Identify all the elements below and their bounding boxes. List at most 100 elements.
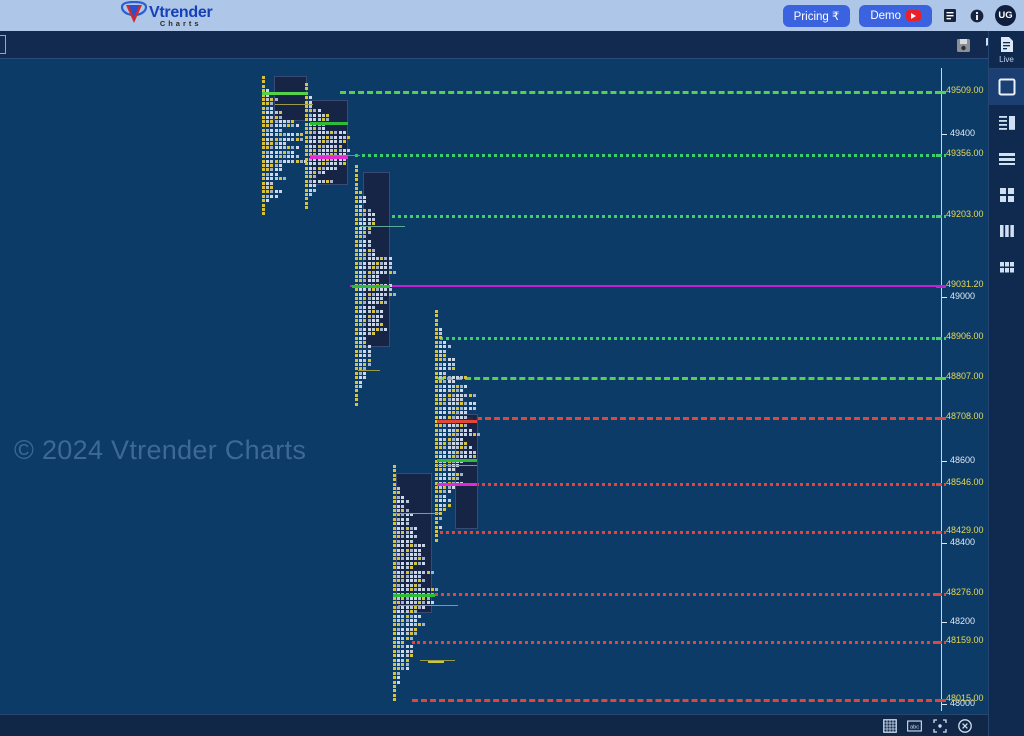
price-level-label[interactable]: 48708.00 xyxy=(946,411,984,421)
layout-columns-icon[interactable] xyxy=(989,213,1024,249)
tpo-cell xyxy=(401,627,405,631)
price-level-line[interactable] xyxy=(440,531,941,534)
price-level-label[interactable]: 49203.00 xyxy=(946,209,984,219)
tpo-cell xyxy=(418,623,422,627)
tpo-cell xyxy=(409,597,413,600)
tpo-cell xyxy=(330,135,334,139)
tpo-cell xyxy=(414,544,417,548)
tpo-cell xyxy=(274,159,278,163)
tpo-cell xyxy=(405,509,409,512)
tpo-cell xyxy=(359,310,363,314)
market-profile-chart[interactable]: © 2024 Vtrender Charts xyxy=(0,59,988,714)
tpo-cell xyxy=(477,433,480,437)
tpo-cell xyxy=(309,193,313,196)
abc-toggle-icon[interactable]: abc xyxy=(907,718,922,733)
tpo-cell xyxy=(359,332,363,336)
price-level-line[interactable] xyxy=(392,215,941,218)
tpo-cell xyxy=(287,133,291,137)
tpo-cell xyxy=(384,301,388,305)
tpo-cell xyxy=(309,113,313,117)
tpo-cell xyxy=(468,428,472,432)
tpo-cell xyxy=(363,319,367,322)
price-level-label[interactable]: 49509.00 xyxy=(946,85,984,95)
price-level-label[interactable]: 48276.00 xyxy=(946,587,984,597)
price-level-label[interactable]: 48159.00 xyxy=(946,635,984,645)
tpo-cell xyxy=(295,137,299,141)
price-level-label[interactable]: 48906.00 xyxy=(946,331,984,341)
tpo-cell xyxy=(405,535,409,539)
tpo-cell xyxy=(367,345,371,349)
tpo-cell xyxy=(468,455,472,459)
tpo-cell xyxy=(291,124,295,128)
tpo-cell xyxy=(305,193,308,196)
price-tick-mark xyxy=(942,134,947,135)
crosshair-icon[interactable] xyxy=(932,718,947,733)
layout-grid-icon[interactable] xyxy=(989,249,1024,285)
tpo-cell xyxy=(439,376,443,379)
tpo-cell xyxy=(397,588,401,592)
layout-quad-icon[interactable] xyxy=(989,177,1024,213)
tpo-cell xyxy=(456,424,459,428)
tpo-cell xyxy=(355,261,358,265)
price-level-swatch xyxy=(936,593,946,596)
layout-single-icon[interactable] xyxy=(988,69,1024,105)
tpo-cell xyxy=(397,539,401,543)
save-disk-icon[interactable] xyxy=(954,36,972,54)
price-level-line[interactable] xyxy=(458,417,941,420)
tpo-cell xyxy=(338,162,342,166)
pricing-button[interactable]: Pricing ₹ xyxy=(782,4,851,27)
tpo-cell xyxy=(405,553,409,556)
price-level-line[interactable] xyxy=(470,483,941,486)
tpo-cell xyxy=(270,128,274,132)
tpo-cell xyxy=(393,482,396,486)
tpo-cell xyxy=(401,535,405,539)
price-level-line[interactable] xyxy=(412,699,941,702)
price-level-label[interactable]: 49031.20 xyxy=(946,279,984,289)
tpo-cell xyxy=(363,235,367,239)
layout-split-right-icon[interactable] xyxy=(989,105,1024,141)
price-level-label[interactable]: 48015.00 xyxy=(946,693,984,703)
demo-button[interactable]: Demo xyxy=(859,4,932,27)
tpo-cell xyxy=(409,654,413,658)
notes-icon[interactable] xyxy=(941,7,959,25)
tpo-cell xyxy=(443,380,447,384)
toolbar-left-handle[interactable] xyxy=(0,35,6,54)
avatar[interactable]: UG xyxy=(995,5,1016,26)
grid-toggle-icon[interactable] xyxy=(882,718,897,733)
price-level-label[interactable]: 48546.00 xyxy=(946,477,984,487)
tpo-cell xyxy=(359,358,363,362)
price-level-label[interactable]: 48429.00 xyxy=(946,525,984,535)
info-icon[interactable] xyxy=(968,7,986,25)
close-circle-icon[interactable] xyxy=(957,718,972,733)
tpo-cell xyxy=(359,244,363,248)
price-level-label[interactable]: 49356.00 xyxy=(946,148,984,158)
tpo-cell xyxy=(443,424,447,428)
price-level-label[interactable]: 48807.00 xyxy=(946,371,984,381)
brand-logo[interactable]: Vtrender Charts xyxy=(120,1,213,27)
tpo-cell xyxy=(262,164,265,167)
tpo-cell xyxy=(409,539,413,543)
tpo-cell xyxy=(330,149,334,152)
price-level-line[interactable] xyxy=(412,641,941,644)
layout-rows-icon[interactable] xyxy=(989,141,1024,177)
tpo-cell xyxy=(371,253,375,256)
price-level-line[interactable] xyxy=(350,285,941,287)
tpo-cell xyxy=(447,499,451,503)
price-level-line[interactable] xyxy=(438,377,941,380)
price-level-line[interactable] xyxy=(430,593,941,596)
tpo-cell xyxy=(456,384,459,388)
tpo-cell xyxy=(464,433,468,437)
price-level-line[interactable] xyxy=(355,154,941,157)
tpo-cell xyxy=(405,614,409,618)
price-level-line[interactable] xyxy=(340,91,941,94)
tpo-cell xyxy=(321,113,325,117)
price-level-line[interactable] xyxy=(440,337,941,340)
tpo-cell xyxy=(447,398,451,401)
tpo-cell xyxy=(287,146,291,150)
tpo-cell xyxy=(456,450,459,454)
tpo-cell xyxy=(456,389,459,393)
tpo-cell xyxy=(393,583,396,587)
tpo-cell xyxy=(334,135,338,139)
rail-item-live[interactable]: Live xyxy=(988,31,1024,69)
tpo-cell xyxy=(359,248,363,252)
